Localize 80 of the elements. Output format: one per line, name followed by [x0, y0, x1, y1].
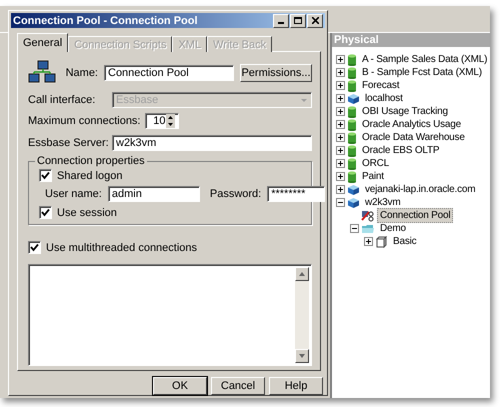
tree-item[interactable]: OBI Usage Tracking — [359, 104, 451, 119]
text-area[interactable] — [28, 264, 312, 366]
expand-icon[interactable] — [336, 81, 345, 90]
tree-item[interactable]: Connection Pool — [377, 208, 454, 223]
password-field[interactable]: ******** — [267, 186, 326, 202]
cube-icon — [375, 236, 388, 248]
checkbox[interactable]: Shared logon — [39, 169, 305, 182]
panel-title: Physical — [332, 33, 490, 47]
server-icon — [347, 196, 360, 208]
database-icon — [347, 118, 357, 130]
arrow-down-icon — [299, 354, 305, 358]
checkmark-icon — [41, 171, 50, 180]
user-name-label: User name: — [45, 188, 102, 200]
permissions-button[interactable]: Permissions... — [240, 64, 312, 82]
expand-icon[interactable] — [336, 172, 345, 181]
server-icon — [347, 92, 360, 104]
tree-item[interactable]: localhost — [362, 91, 406, 106]
tree-item[interactable]: B - Sample Fcst Data (XML) — [359, 65, 485, 80]
minimize-button[interactable] — [273, 14, 289, 28]
server-icon — [347, 184, 360, 196]
connection-pool-icon — [361, 210, 375, 222]
tree-item[interactable]: Oracle Data Warehouse — [359, 130, 468, 145]
tree-item[interactable]: w2k3vm — [362, 195, 404, 210]
expand-icon[interactable] — [336, 107, 345, 116]
expand-icon[interactable] — [336, 94, 345, 103]
dialog-button[interactable]: OK — [153, 377, 207, 395]
expand-icon[interactable] — [364, 237, 373, 246]
checkbox[interactable]: Use session — [39, 206, 305, 219]
tree-item[interactable]: A - Sample Sales Data (XML) — [359, 52, 490, 67]
expand-icon[interactable] — [336, 185, 345, 194]
database-icon — [347, 66, 357, 78]
expand-icon[interactable] — [336, 120, 345, 129]
tree-item[interactable]: Oracle EBS OLTP — [359, 143, 442, 158]
password-label: Password: — [210, 188, 262, 200]
arrow-up-icon — [299, 272, 305, 276]
expand-icon[interactable] — [336, 133, 345, 142]
database-icon — [347, 144, 357, 156]
maximize-icon — [294, 17, 302, 24]
expand-icon[interactable] — [336, 68, 345, 77]
close-icon — [312, 17, 318, 24]
max-connections-label: Maximum connections: — [28, 115, 140, 127]
window-title: Connection Pool - Connection Pool — [13, 14, 199, 26]
expand-icon[interactable] — [336, 55, 345, 64]
essbase-server-label: Essbase Server: — [28, 137, 110, 149]
max-connections-spinner[interactable]: 10 — [144, 113, 178, 129]
dialog-button[interactable]: Cancel — [211, 377, 265, 395]
database-icon — [347, 80, 357, 92]
group-legend: Connection properties — [35, 155, 147, 167]
database-icon — [347, 170, 357, 182]
collapse-icon[interactable] — [350, 224, 359, 233]
call-interface-label: Call interface: — [28, 94, 96, 106]
scroll-down-button[interactable] — [295, 349, 309, 363]
tree-item[interactable]: vejanaki-lap.in.oracle.com — [362, 182, 478, 197]
user-name-field[interactable]: admin — [108, 186, 200, 202]
scroll-up-button[interactable] — [295, 267, 309, 281]
database-icon — [347, 54, 357, 66]
database-icon — [347, 158, 357, 170]
tab[interactable]: General — [17, 33, 68, 52]
tree-item[interactable]: ORCL — [359, 156, 392, 171]
collapse-icon[interactable] — [336, 198, 345, 207]
expand-icon[interactable] — [336, 159, 345, 168]
essbase-server-field[interactable]: w2k3vm — [112, 135, 312, 151]
database-icon — [347, 132, 357, 144]
tree-item[interactable]: Forecast — [359, 78, 402, 93]
database-icon — [347, 106, 357, 118]
expand-icon[interactable] — [336, 146, 345, 155]
tree-item[interactable]: Paint — [359, 169, 387, 184]
tree-item[interactable]: Demo — [377, 221, 409, 236]
tree-item[interactable]: Oracle Analytics Usage — [359, 117, 464, 132]
dialog-button[interactable]: Help — [269, 377, 323, 395]
close-button[interactable] — [307, 14, 323, 28]
name-label: Name: — [64, 67, 98, 79]
maximize-button[interactable] — [290, 14, 306, 28]
tree-item[interactable]: Basic — [390, 234, 420, 249]
checkmark-icon — [30, 243, 39, 252]
folder-icon — [361, 222, 375, 234]
name-field[interactable]: Connection Pool — [104, 65, 234, 81]
scrollbar[interactable] — [295, 267, 309, 363]
checkbox[interactable]: Use multithreaded connections — [28, 241, 312, 254]
checkmark-icon — [41, 208, 50, 217]
